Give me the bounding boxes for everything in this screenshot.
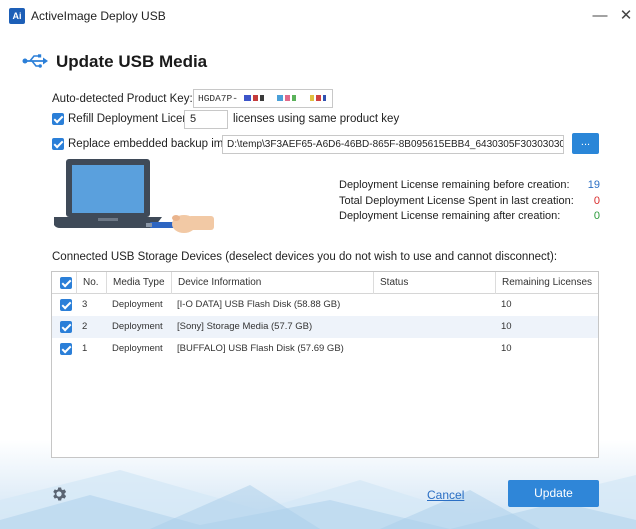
stat-value-before: 19 — [587, 179, 600, 191]
refill-quantity-input[interactable]: 5 — [184, 110, 228, 129]
row-status — [373, 294, 379, 316]
page-title: Update USB Media — [56, 52, 208, 71]
row-device-info: [Sony] Storage Media (57.7 GB) — [177, 321, 313, 332]
window-title: ActiveImage Deploy USB — [31, 9, 166, 23]
row-media-type: Deployment — [112, 321, 163, 332]
row-no: 2 — [82, 321, 88, 332]
row-device-info: [I-O DATA] USB Flash Disk (58.88 GB) — [177, 299, 341, 310]
stat-value-spent: 0 — [593, 195, 600, 207]
row-checkbox[interactable] — [60, 299, 72, 311]
row-remaining: 10 — [501, 299, 512, 310]
replace-image-checkbox[interactable] — [52, 138, 64, 150]
close-button[interactable]: ✕ — [612, 4, 636, 28]
header-select-all-cell — [52, 272, 76, 294]
row-device-info: [BUFFALO] USB Flash Disk (57.69 GB) — [177, 343, 344, 354]
column-header-remaining[interactable]: Remaining Licenses — [495, 272, 598, 294]
minimize-button[interactable]: — — [586, 4, 614, 28]
image-path-input[interactable]: D:\temp\3F3AEF65-A6D6-46BD-865F-8B095615… — [222, 135, 564, 154]
row-media-type: Deployment — [112, 299, 163, 310]
cancel-link[interactable]: Cancel — [427, 488, 464, 502]
table-row[interactable]: 2 Deployment [Sony] Storage Media (57.7 … — [52, 316, 598, 338]
table-row[interactable]: 3 Deployment [I-O DATA] USB Flash Disk (… — [52, 294, 598, 316]
devices-section-label: Connected USB Storage Devices (deselect … — [52, 251, 558, 263]
row-status — [373, 338, 379, 360]
update-usb-media-window: Ai ActiveImage Deploy USB — ✕ Update USB… — [0, 0, 636, 529]
row-checkbox[interactable] — [60, 343, 72, 355]
product-key-label: Auto-detected Product Key: — [52, 93, 193, 105]
row-checkbox[interactable] — [60, 321, 72, 333]
row-status — [373, 316, 379, 338]
product-key-prefix: HGDA7P- — [198, 93, 238, 105]
column-header-device-info[interactable]: Device Information — [171, 272, 373, 294]
stat-label-spent: Total Deployment License Spent in last c… — [339, 195, 574, 207]
browse-button[interactable]: ... — [572, 133, 599, 154]
usb-icon — [22, 54, 48, 68]
product-key-redacted — [243, 90, 332, 107]
column-header-media-type[interactable]: Media Type — [106, 272, 171, 294]
column-header-status[interactable]: Status — [373, 272, 495, 294]
refill-label-after: licenses using same product key — [233, 113, 400, 125]
table-header: No. Media Type Device Information Status… — [52, 272, 598, 294]
row-remaining: 10 — [501, 321, 512, 332]
column-header-no[interactable]: No. — [76, 272, 106, 294]
row-no: 3 — [82, 299, 88, 310]
stat-value-after: 0 — [593, 210, 600, 222]
laptop-usb-illustration — [54, 159, 214, 233]
table-row[interactable]: 1 Deployment [BUFFALO] USB Flash Disk (5… — [52, 338, 598, 360]
select-all-checkbox[interactable] — [60, 277, 72, 289]
stat-label-after: Deployment License remaining after creat… — [339, 210, 561, 222]
row-remaining: 10 — [501, 343, 512, 354]
product-key-field: HGDA7P- — [193, 89, 333, 108]
row-media-type: Deployment — [112, 343, 163, 354]
row-no: 1 — [82, 343, 88, 354]
stat-label-before: Deployment License remaining before crea… — [339, 179, 570, 191]
devices-table: No. Media Type Device Information Status… — [51, 271, 599, 458]
gear-icon[interactable] — [50, 485, 68, 503]
title-bar: Ai ActiveImage Deploy USB — ✕ — [0, 0, 636, 40]
update-button[interactable]: Update — [508, 480, 599, 507]
refill-license-checkbox[interactable] — [52, 113, 64, 125]
app-logo-icon: Ai — [9, 8, 25, 24]
